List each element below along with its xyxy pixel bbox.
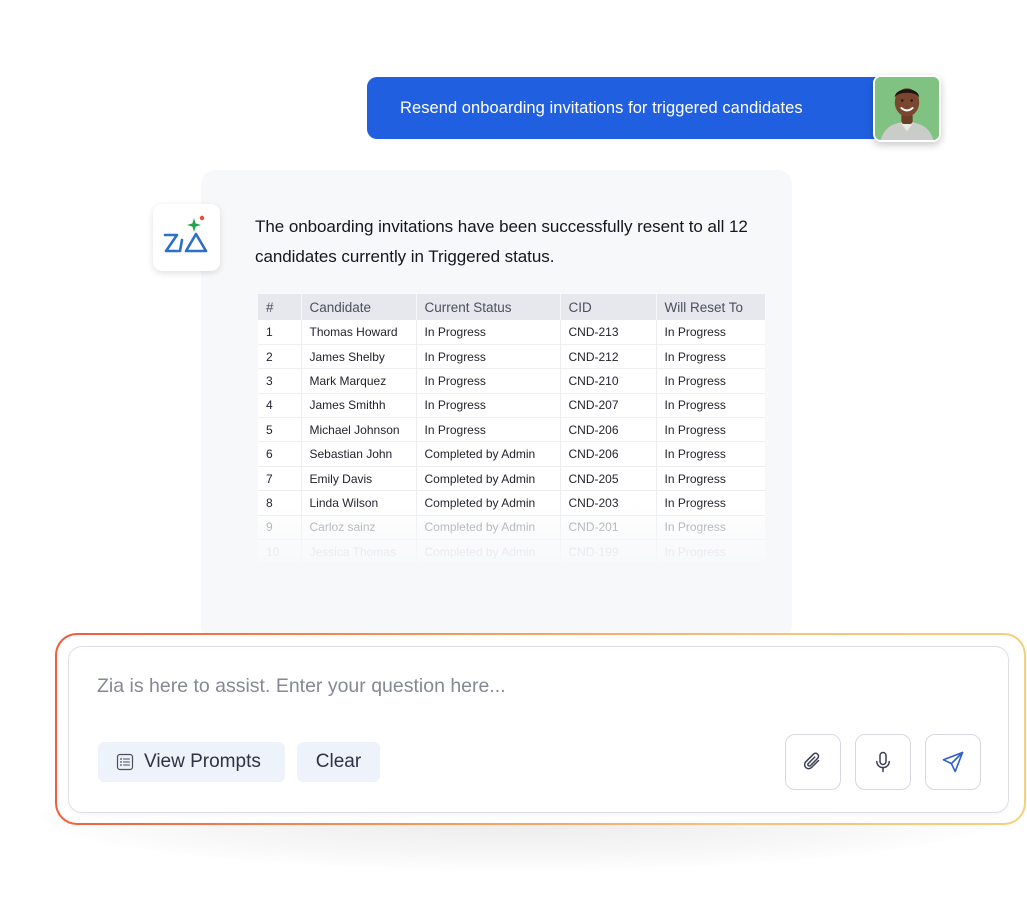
cell-will-reset-to: In Progress [655,393,765,419]
view-prompts-button[interactable]: View Prompts [98,742,285,782]
cell-cid: CND-207 [559,393,656,419]
question-input[interactable] [97,675,957,698]
cell-current-status: In Progress [415,368,560,394]
view-prompts-label: View Prompts [144,751,261,772]
cell-current-status: Completed by Admin [415,466,560,492]
cell-will-reset-to: In Progress [655,490,765,516]
table-row: 1 Thomas Howard In Progress CND-213 In Progr… [258,320,765,345]
cell-candidate-name: Michael Johnson [300,417,416,443]
user-avatar [873,75,941,142]
clear-button[interactable]: Clear [297,742,380,782]
user-avatar-icon [875,77,939,140]
cell-candidate-name: Jessica Thomas [300,539,416,565]
cell-will-reset-to: In Progress [655,320,765,345]
candidates-table: # Candidate Current Status CID Will Rese… [258,294,765,565]
cell-row-number: 5 [258,417,301,443]
cell-will-reset-to: In Progress [655,466,765,492]
cell-row-number: 2 [258,344,301,370]
cell-candidate-name: Thomas Howard [300,320,416,345]
table-row: 4 James Smithh In Progress CND-207 In Progre… [258,393,765,419]
cell-current-status: In Progress [415,417,560,443]
cell-candidate-name: Linda Wilson [300,490,416,516]
list-icon [116,753,134,771]
cell-candidate-name: Carloz sainz [300,515,416,541]
cell-current-status: Completed by Admin [415,539,560,565]
cell-current-status: In Progress [415,344,560,370]
column-header-current-status: Current Status [415,294,560,320]
zia-logo [153,204,220,271]
cell-will-reset-to: In Progress [655,368,765,394]
user-message-bubble: Resend onboarding invitations for trigge… [367,77,907,139]
cell-cid: CND-199 [559,539,656,565]
cell-will-reset-to: In Progress [655,344,765,370]
send-icon [942,751,964,773]
table-row: 8 Linda Wilson Completed by Admin CND-203 In… [258,490,765,516]
table-row: 7 Emily Davis Completed by Admin CND-205 In … [258,466,765,492]
column-header-will-reset-to: Will Reset To [655,294,765,320]
cell-row-number: 4 [258,393,301,419]
cell-row-number: 3 [258,368,301,394]
assistant-message-text: The onboarding invitations have been suc… [255,217,748,266]
cell-cid: CND-210 [559,368,656,394]
cell-will-reset-to: In Progress [655,539,765,565]
cell-cid: CND-203 [559,490,656,516]
column-header-number: # [258,294,301,320]
cell-candidate-name: Sebastian John [300,441,416,467]
table-row: 9 Carloz sainz Completed by Admin CND-201 In… [258,515,765,541]
chat-composer: View Prompts Clear [68,646,1009,813]
cell-row-number: 6 [258,441,301,467]
send-button[interactable] [925,734,981,790]
column-header-cid: CID [559,294,656,320]
cell-row-number: 7 [258,466,301,492]
cell-will-reset-to: In Progress [655,417,765,443]
attach-button[interactable] [785,734,841,790]
cell-row-number: 10 [258,539,301,565]
cell-current-status: In Progress [415,393,560,419]
cell-will-reset-to: In Progress [655,441,765,467]
cell-row-number: 1 [258,320,301,345]
zia-logo-icon [163,215,208,253]
cell-candidate-name: James Smithh [300,393,416,419]
cell-current-status: Completed by Admin [415,441,560,467]
cell-cid: CND-213 [559,320,656,345]
table-row: 10 Jessica Thomas Completed by Admin CND-19… [258,539,765,565]
microphone-button[interactable] [855,734,911,790]
cell-will-reset-to: In Progress [655,515,765,541]
cell-row-number: 8 [258,490,301,516]
cell-current-status: In Progress [415,320,560,345]
cell-cid: CND-206 [559,417,656,443]
user-message-text: Resend onboarding invitations for trigge… [400,98,803,117]
cell-candidate-name: James Shelby [300,344,416,370]
cell-cid: CND-205 [559,466,656,492]
clear-label: Clear [315,751,362,772]
cell-current-status: Completed by Admin [415,515,560,541]
table-row: 5 Michael Johnson In Progress CND-206 In Pro… [258,417,765,443]
cell-candidate-name: Mark Marquez [300,368,416,394]
cell-current-status: Completed by Admin [415,490,560,516]
cell-row-number: 9 [258,515,301,541]
table-row: 2 James Shelby In Progress CND-212 In Progre… [258,344,765,370]
paperclip-icon [803,752,820,770]
cell-cid: CND-201 [559,515,656,541]
cell-cid: CND-212 [559,344,656,370]
table-row: 6 Sebastian John Completed by Admin CND-206… [258,441,765,467]
table-header-row: # Candidate Current Status CID Will Rese… [258,294,765,320]
cell-cid: CND-206 [559,441,656,467]
microphone-icon [876,751,890,773]
table-row: 3 Mark Marquez In Progress CND-210 In Progre… [258,368,765,394]
cell-candidate-name: Emily Davis [300,466,416,492]
column-header-candidate: Candidate [300,294,416,320]
